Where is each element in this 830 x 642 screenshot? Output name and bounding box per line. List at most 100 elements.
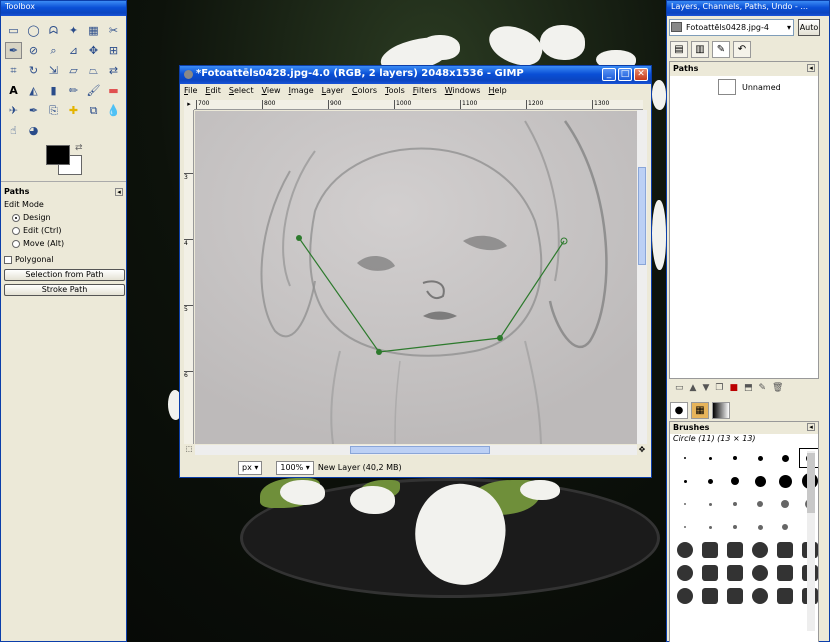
eraser-icon[interactable]: ▬ bbox=[105, 82, 122, 99]
menu-edit[interactable]: Edit bbox=[205, 86, 221, 96]
scale-icon[interactable]: ⇲ bbox=[45, 62, 62, 79]
color-select-icon[interactable]: ▦ bbox=[85, 22, 102, 39]
brush-item[interactable] bbox=[749, 563, 771, 583]
brush-item[interactable] bbox=[699, 540, 721, 560]
menu-windows[interactable]: Windows bbox=[445, 86, 481, 96]
scrollbar-thumb[interactable] bbox=[638, 167, 646, 265]
quick-mask-icon[interactable]: ⬚ bbox=[184, 445, 194, 455]
mode-edit-radio[interactable]: Edit (Ctrl) bbox=[4, 224, 123, 237]
vertical-scrollbar[interactable] bbox=[637, 110, 647, 444]
ellipse-select-icon[interactable]: ◯ bbox=[25, 22, 42, 39]
brush-item[interactable] bbox=[674, 563, 696, 583]
path-anchor[interactable] bbox=[497, 335, 503, 341]
dock-titlebar[interactable]: Layers, Channels, Paths, Undo - ... bbox=[667, 1, 829, 16]
brush-item[interactable] bbox=[749, 540, 771, 560]
brush-item[interactable] bbox=[699, 586, 721, 606]
menu-layer[interactable]: Layer bbox=[322, 86, 344, 96]
brush-item[interactable] bbox=[774, 540, 796, 560]
brush-item[interactable] bbox=[749, 448, 771, 468]
menu-select[interactable]: Select bbox=[229, 86, 254, 96]
pencil-icon[interactable]: ✏ bbox=[65, 82, 82, 99]
brush-item[interactable] bbox=[699, 517, 721, 537]
brush-item[interactable] bbox=[749, 494, 771, 514]
zoom-select[interactable]: 100% ▾ bbox=[276, 460, 314, 475]
tab-layers[interactable]: ▤ bbox=[670, 41, 688, 58]
bucket-fill-icon[interactable]: ◭ bbox=[25, 82, 42, 99]
brushes-scrollbar[interactable] bbox=[807, 451, 815, 631]
brush-item[interactable] bbox=[774, 586, 796, 606]
smudge-icon[interactable]: ☝ bbox=[5, 122, 22, 139]
brush-item[interactable] bbox=[699, 494, 721, 514]
path-item[interactable]: Unnamed bbox=[670, 76, 818, 95]
brush-item[interactable] bbox=[724, 517, 746, 537]
lasso-icon[interactable]: ᗣ bbox=[45, 22, 62, 39]
align-icon[interactable]: ⊞ bbox=[105, 42, 122, 59]
brushes-menu-icon[interactable]: ◂ bbox=[807, 423, 815, 431]
minimize-button[interactable]: _ bbox=[602, 68, 616, 81]
brush-item[interactable] bbox=[674, 494, 696, 514]
image-menu-arrow-icon[interactable]: ▸ bbox=[184, 100, 194, 110]
maximize-button[interactable]: □ bbox=[618, 68, 632, 81]
toolbox-titlebar[interactable]: Toolbox bbox=[1, 1, 126, 16]
image-canvas[interactable] bbox=[195, 111, 637, 444]
tab-channels[interactable]: ▥ bbox=[691, 41, 709, 58]
tool-options-menu-icon[interactable]: ◂ bbox=[115, 187, 123, 196]
brush-item[interactable] bbox=[724, 540, 746, 560]
brush-item[interactable] bbox=[724, 563, 746, 583]
tab-gradients[interactable] bbox=[712, 402, 730, 419]
menu-tools[interactable]: Tools bbox=[385, 86, 405, 96]
paintbrush-icon[interactable]: 🖌 bbox=[85, 82, 102, 99]
brush-item[interactable] bbox=[699, 448, 721, 468]
shear-icon[interactable]: ▱ bbox=[65, 62, 82, 79]
new-path-icon[interactable]: ▭ bbox=[675, 383, 684, 393]
brush-item[interactable] bbox=[674, 540, 696, 560]
menu-filters[interactable]: Filters bbox=[413, 86, 437, 96]
brush-item[interactable] bbox=[724, 471, 746, 491]
brush-item[interactable] bbox=[749, 586, 771, 606]
brush-item[interactable] bbox=[774, 563, 796, 583]
selection-from-path-button[interactable]: Selection from Path bbox=[4, 269, 125, 281]
crop-icon[interactable]: ⌗ bbox=[5, 62, 22, 79]
raise-path-icon[interactable]: ▲ bbox=[690, 383, 697, 393]
selection-to-path-icon[interactable]: ⬒ bbox=[744, 383, 753, 393]
scissors-icon[interactable]: ✂ bbox=[105, 22, 122, 39]
menu-help[interactable]: Help bbox=[488, 86, 506, 96]
brush-item[interactable] bbox=[774, 494, 796, 514]
brush-item[interactable] bbox=[724, 586, 746, 606]
mode-design-radio[interactable]: Design bbox=[4, 211, 123, 224]
auto-button[interactable]: Auto bbox=[798, 19, 820, 36]
heal-icon[interactable]: ✚ bbox=[65, 102, 82, 119]
text-icon[interactable]: A bbox=[5, 82, 22, 99]
image-window-titlebar[interactable]: *Fotoattēls0428.jpg-4.0 (RGB, 2 layers) … bbox=[180, 66, 651, 84]
move-icon[interactable]: ✥ bbox=[85, 42, 102, 59]
brush-item[interactable] bbox=[674, 586, 696, 606]
menu-image[interactable]: Image bbox=[289, 86, 314, 96]
rect-select-icon[interactable]: ▭ bbox=[5, 22, 22, 39]
scrollbar-thumb[interactable] bbox=[350, 446, 490, 454]
flip-icon[interactable]: ⇄ bbox=[105, 62, 122, 79]
horizontal-scrollbar[interactable] bbox=[195, 445, 637, 455]
close-button[interactable]: ✕ bbox=[634, 68, 648, 81]
brush-item[interactable] bbox=[749, 517, 771, 537]
path-anchor[interactable] bbox=[376, 349, 382, 355]
paths-menu-icon[interactable]: ◂ bbox=[807, 64, 815, 72]
paths-icon[interactable]: ✒ bbox=[5, 42, 22, 59]
menu-file[interactable]: File bbox=[184, 86, 197, 96]
airbrush-icon[interactable]: ✈ bbox=[5, 102, 22, 119]
unit-select[interactable]: px ▾ bbox=[238, 460, 263, 475]
blend-icon[interactable]: ▮ bbox=[45, 82, 62, 99]
foreground-color-swatch[interactable] bbox=[46, 145, 70, 165]
perspective-icon[interactable]: ⏢ bbox=[85, 62, 102, 79]
navigate-icon[interactable]: ✥ bbox=[637, 445, 647, 455]
brush-item[interactable] bbox=[774, 517, 796, 537]
tab-patterns[interactable]: ▦ bbox=[691, 402, 709, 419]
ink-icon[interactable]: ✒ bbox=[25, 102, 42, 119]
brush-item[interactable] bbox=[724, 494, 746, 514]
brush-item[interactable] bbox=[674, 471, 696, 491]
fuzzy-select-icon[interactable]: ✦ bbox=[65, 22, 82, 39]
tab-brushes[interactable]: ● bbox=[670, 402, 688, 419]
measure-icon[interactable]: ⊿ bbox=[65, 42, 82, 59]
path-anchor[interactable] bbox=[296, 235, 302, 241]
tab-paths[interactable]: ✎ bbox=[712, 41, 730, 58]
mode-move-radio[interactable]: Move (Alt) bbox=[4, 237, 123, 250]
